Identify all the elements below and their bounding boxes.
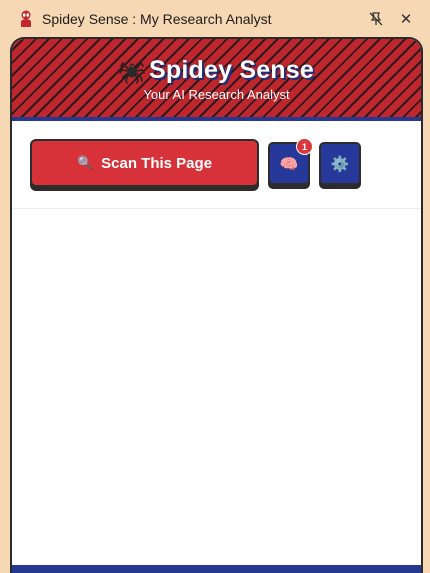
spider-icon [119, 61, 145, 84]
footer-bar [12, 565, 421, 573]
unpin-icon [369, 12, 383, 26]
extension-panel: Spidey Sense Your AI Research Analyst 🔍 … [10, 37, 423, 573]
app-subtitle: Your AI Research Analyst [143, 87, 290, 102]
magnifier-icon: 🔍 [76, 155, 94, 170]
close-icon: ✕ [399, 11, 413, 28]
memory-button[interactable]: 🧠 1 [268, 138, 313, 185]
scan-page-button[interactable]: 🔍 Scan This Page [30, 139, 259, 187]
spiderman-app-icon [21, 10, 31, 27]
header-banner: Spidey Sense Your AI Research Analyst [12, 39, 421, 121]
results-area [12, 213, 421, 565]
memory-count-badge: 1 [296, 138, 313, 155]
unpin-button[interactable] [364, 7, 388, 31]
window-titlebar: Spidey Sense : My Research Analyst ✕ [0, 0, 430, 38]
window-title: Spidey Sense : My Research Analyst [42, 11, 272, 27]
gear-icon: ⚙️ [330, 155, 350, 173]
brain-icon: 🧠 [279, 155, 299, 173]
settings-button[interactable]: ⚙️ [319, 142, 361, 185]
brand: Spidey Sense [119, 56, 314, 85]
close-button[interactable]: ✕ [394, 7, 418, 31]
scan-page-label: Scan This Page [101, 154, 213, 172]
action-toolbar: 🔍 Scan This Page 🧠 1 ⚙️ [12, 121, 421, 209]
app-title: Spidey Sense [149, 56, 314, 84]
